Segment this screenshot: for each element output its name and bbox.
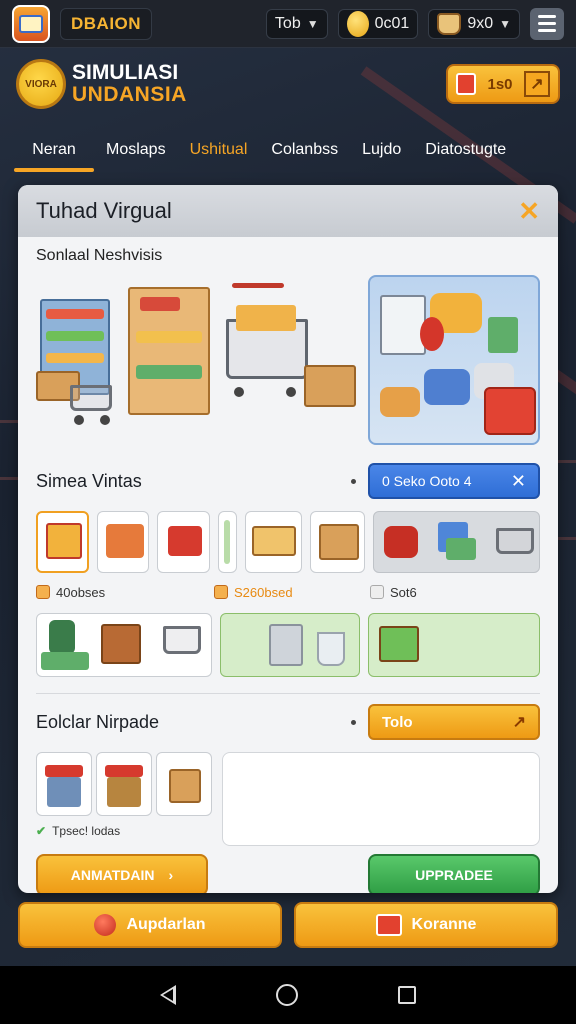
section-label: Sonlaal Neshvisis xyxy=(36,247,163,264)
supplies-panel[interactable] xyxy=(372,511,540,573)
gift-icon xyxy=(456,73,476,95)
empty-slot-panel xyxy=(222,752,540,846)
section-title: Eolclar Nirpade xyxy=(36,711,160,732)
logo-line-2: UNDANSIA xyxy=(72,83,187,106)
gift-button[interactable]: 1s0 ↗ xyxy=(446,64,560,104)
product-bundle-tile[interactable] xyxy=(36,613,212,677)
item-tile-shelf[interactable] xyxy=(245,511,302,573)
footer-right-label: Koranne xyxy=(411,916,477,933)
item-tile-fruit[interactable] xyxy=(36,511,89,573)
check-icon: ✔ xyxy=(36,824,47,838)
arrow-icon: ↗ xyxy=(524,71,550,97)
modal-header: Tuhad Virgual ✕ xyxy=(18,185,558,237)
coins-chip[interactable]: 0c01 xyxy=(337,8,419,39)
animate-button-label: ANMATDAIN xyxy=(70,867,155,883)
gift-icon xyxy=(375,914,402,936)
chevron-right-icon: › xyxy=(168,867,174,883)
top-bar: DBAION Tob ▼ 0c01 9x0 ▼ xyxy=(0,0,576,48)
chevron-down-icon: ▼ xyxy=(499,16,511,31)
section-title: Simea Vintas xyxy=(36,470,142,491)
logo-badge: VIORA xyxy=(16,59,66,109)
item-tile-box[interactable] xyxy=(309,511,365,573)
crate-icon xyxy=(36,585,50,599)
apple-icon xyxy=(94,914,117,936)
basket-icon xyxy=(437,12,462,35)
tab-ushitual[interactable]: Ushitual xyxy=(178,124,260,176)
filter-pill[interactable]: 0 Seko Ooto 4 ✕ xyxy=(368,463,540,499)
app-icon[interactable] xyxy=(12,4,50,43)
status-label: ✔ Tpsec! lodas xyxy=(36,824,212,838)
back-icon[interactable] xyxy=(160,985,176,1005)
status-text: Tpsec! lodas xyxy=(52,824,121,838)
game-header: VIORA SIMULIASI UNDANSIA 1s0 ↗ xyxy=(0,48,576,120)
brand-name: DBAION xyxy=(60,7,153,40)
tab-diatostugte[interactable]: Diatostugte xyxy=(413,124,518,176)
coin-icon xyxy=(214,585,228,599)
dot-indicator xyxy=(351,478,356,484)
close-icon[interactable]: ✕ xyxy=(511,471,526,492)
stat-value-a: 40obses xyxy=(56,584,106,600)
resource-chip[interactable]: 9x0 ▼ xyxy=(428,8,520,39)
footer-right-button[interactable]: Koranne xyxy=(294,902,558,948)
section-divider xyxy=(36,693,540,694)
game-logo: SIMULIASI UNDANSIA xyxy=(72,60,187,106)
page-icon xyxy=(370,585,384,599)
animate-button[interactable]: ANMATDAIN › xyxy=(36,854,208,893)
store-illustration xyxy=(36,275,358,445)
arrow-icon: ↗ xyxy=(512,714,526,731)
upgrade-button-label: UPPRADEE xyxy=(415,867,493,883)
stat-value-c: Sot6 xyxy=(390,584,417,600)
tab-neran[interactable]: Neran xyxy=(14,124,94,176)
menu-button[interactable] xyxy=(530,7,564,40)
item-tile-register[interactable] xyxy=(96,511,150,573)
dot-indicator xyxy=(351,719,356,725)
shop-tile-1[interactable] xyxy=(36,752,92,816)
home-icon[interactable] xyxy=(276,984,298,1006)
tab-colanbss[interactable]: Colanbss xyxy=(259,124,350,176)
stat-label-a: 40obses xyxy=(36,585,214,600)
shop-tile-2[interactable] xyxy=(96,752,152,816)
stat-value-b: S260bsed xyxy=(234,584,293,600)
currency-chip-1[interactable]: Tob ▼ xyxy=(265,8,328,39)
close-icon[interactable]: ✕ xyxy=(518,196,540,227)
virtual-store-modal: Tuhad Virgual ✕ Sonlaal Neshvisis Simea … xyxy=(18,185,558,893)
equipment-tile[interactable] xyxy=(220,613,360,677)
tab-lujdo[interactable]: Lujdo xyxy=(350,124,413,176)
resource-value: 9x0 xyxy=(467,14,494,32)
logo-line-1: SIMULIASI xyxy=(72,60,179,84)
grocery-promo-image[interactable] xyxy=(368,275,540,445)
action-pill[interactable]: Tolo ↗ xyxy=(368,704,540,740)
stat-label-c: Sot6 xyxy=(370,585,417,600)
upgrade-button[interactable]: UPPRADEE xyxy=(368,854,540,893)
footer-actions: Aupdarlan Koranne xyxy=(18,902,558,948)
item-tile-store[interactable] xyxy=(157,511,210,573)
footer-left-label: Aupdarlan xyxy=(126,916,206,933)
filter-pill-label: 0 Seko Ooto 4 xyxy=(382,473,472,489)
gift-value: 1s0 xyxy=(487,75,513,93)
produce-tile[interactable] xyxy=(368,613,540,677)
system-nav-bar xyxy=(0,966,576,1024)
coin-icon xyxy=(346,10,369,37)
item-tile-divider[interactable] xyxy=(217,511,238,573)
cart-image xyxy=(70,385,112,411)
action-pill-label: Tolo xyxy=(382,713,413,731)
coins-value: 0c01 xyxy=(374,14,410,32)
chevron-down-icon: ▼ xyxy=(306,16,319,31)
footer-left-button[interactable]: Aupdarlan xyxy=(18,902,282,948)
stat-label-b: S260bsed xyxy=(214,585,370,600)
recents-icon[interactable] xyxy=(398,986,416,1004)
tab-moslaps[interactable]: Moslaps xyxy=(94,124,178,176)
nav-tabs: Neran Moslaps Ushitual Colanbss Lujdo Di… xyxy=(0,124,576,176)
modal-title: Tuhad Virgual xyxy=(36,198,172,223)
chip1-value: Tob xyxy=(274,14,301,32)
shop-tile-3[interactable] xyxy=(156,752,212,816)
